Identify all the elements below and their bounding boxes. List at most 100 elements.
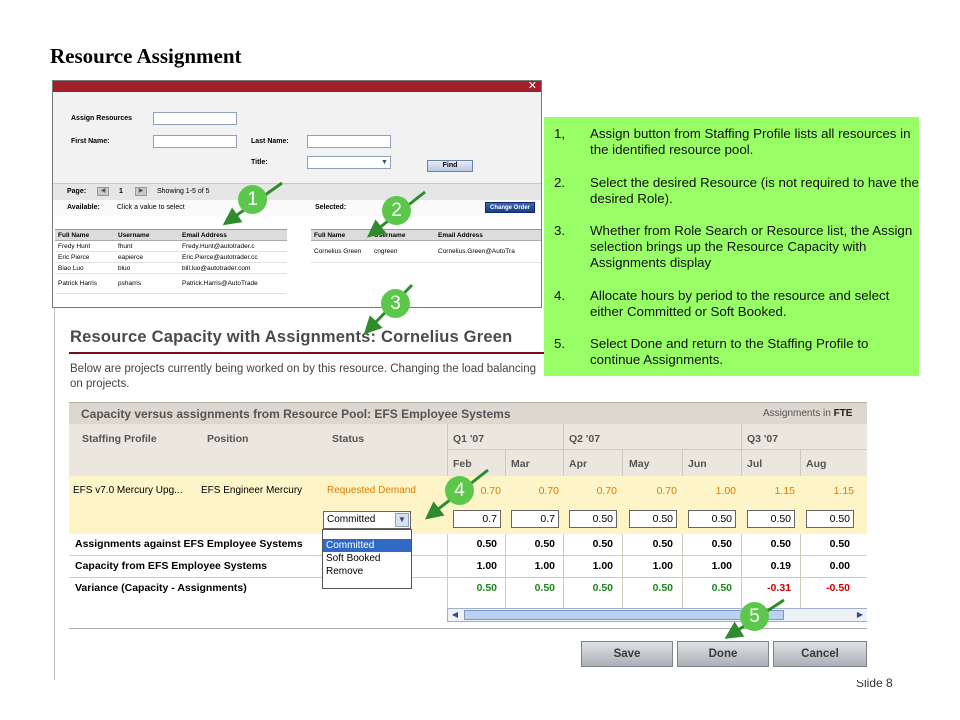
quarter-q1: Q1 '07 [453, 433, 485, 445]
step-marker-4: 4 [445, 476, 474, 505]
table-row[interactable]: Cornelius Green cngreen Cornelius.Green@… [311, 241, 541, 263]
scroll-left-icon[interactable]: ◀ [448, 609, 462, 621]
pager: Page: ◀ 1 ▶ Showing 1-5 of 5 [53, 184, 541, 200]
status-select[interactable]: Committed ▼ [323, 511, 411, 529]
summary-label: Capacity from EFS Employee Systems [75, 560, 267, 572]
cell-name: Eric Pierce [58, 253, 90, 261]
column-header: Username [118, 231, 150, 239]
column-header: Full Name [58, 231, 90, 239]
cancel-button[interactable]: Cancel [773, 641, 867, 667]
capacity-description: Below are projects currently being worke… [70, 363, 537, 390]
table-row[interactable]: Fredy Hunt fhunt Fredy.Hunt@autotrader.c [55, 241, 287, 252]
allocation-input-may[interactable]: 0.50 [629, 510, 677, 528]
allocation-input-aug[interactable]: 0.50 [806, 510, 854, 528]
demand-value: 1.15 [774, 485, 795, 497]
month-header: Mar [511, 458, 530, 470]
assignment-value: 0.50 [652, 538, 673, 550]
step-marker-1: 1 [238, 185, 267, 214]
cell-name: Cornelius Green [314, 247, 362, 255]
instruction-number: 1, [554, 126, 566, 141]
assignment-value: 0.50 [829, 538, 850, 550]
column-header: Email Address [182, 231, 227, 239]
cell-name: Fredy Hunt [58, 242, 91, 250]
assign-resources-window: ✕ Assign Resources First Name: Last Name… [52, 80, 542, 308]
allocation-input-apr[interactable]: 0.50 [569, 510, 617, 528]
variance-value: 0.50 [652, 582, 673, 594]
quarter-q3: Q3 '07 [747, 433, 779, 445]
header-staffing-profile: Staffing Profile [82, 433, 157, 445]
demand-value: 1.00 [715, 485, 736, 497]
last-name-input[interactable] [307, 135, 391, 148]
table-row[interactable]: Eric Pierce eapierce Eric.Pierce@autotra… [55, 252, 287, 263]
assignments-in-label: Assignments in [763, 408, 831, 419]
assignment-value: 0.50 [711, 538, 732, 550]
variance-value: -0.31 [767, 582, 791, 594]
allocation-input-feb[interactable]: 0.7 [453, 510, 501, 528]
demand-value: 0.70 [538, 485, 559, 497]
dropdown-blank [323, 530, 411, 539]
step-marker-3: 3 [381, 289, 410, 318]
cell-email: Fredy.Hunt@autotrader.c [182, 242, 255, 250]
step-marker-5: 5 [740, 602, 769, 631]
header-position: Position [207, 433, 249, 445]
cell-username: psharris [118, 280, 142, 287]
column-header: Full Name [314, 231, 346, 239]
option-committed[interactable]: Committed [323, 539, 411, 552]
assignment-value: 0.50 [770, 538, 791, 550]
page-number: 1 [119, 188, 123, 195]
staffing-profile-link[interactable]: EFS v7.0 Mercury Upg... [73, 485, 182, 496]
option-remove[interactable]: Remove [323, 565, 411, 578]
assignments-unit: Assignments in FTE [763, 408, 852, 419]
find-button[interactable]: Find [427, 160, 473, 172]
cell-username: cngreen [374, 248, 398, 255]
status-requested-demand: Requested Demand [327, 485, 416, 496]
chevron-down-icon[interactable]: ▼ [395, 513, 409, 527]
instruction-text: Select Done and return to the Staffing P… [590, 336, 869, 367]
month-header: Aug [806, 458, 827, 470]
instruction-text: Allocate hours by period to the resource… [590, 288, 890, 319]
month-header: May [629, 458, 650, 470]
allocation-input-mar[interactable]: 0.7 [511, 510, 559, 528]
position-value: EFS Engineer Mercury [201, 485, 303, 496]
instruction-text: Select the desired Resource (is not requ… [590, 175, 919, 206]
available-table: Full Name Username Email Address Fredy H… [55, 229, 287, 294]
table-row[interactable]: Biao Luo bluo bill.luo@autotrader.com [55, 263, 287, 274]
window-titlebar: ✕ [53, 81, 541, 92]
prev-page-icon[interactable]: ◀ [97, 187, 109, 196]
header-status: Status [332, 433, 365, 445]
header-divider [447, 449, 867, 450]
allocation-input-jul[interactable]: 0.50 [747, 510, 795, 528]
save-button[interactable]: Save [581, 641, 673, 667]
assignment-value: 0.50 [534, 538, 555, 550]
slide-title: Resource Assignment [50, 44, 242, 68]
chevron-down-icon: ▼ [381, 159, 388, 166]
month-header: Feb [453, 458, 472, 470]
table-row[interactable]: Patrick Harris psharris Patrick.Harris@A… [55, 274, 287, 294]
available-hint: Click a value to select [117, 204, 185, 211]
option-soft-booked[interactable]: Soft Booked [323, 552, 411, 565]
demand-value: 0.70 [656, 485, 677, 497]
cell-username: eapierce [118, 253, 143, 261]
scroll-right-icon[interactable]: ▶ [853, 609, 867, 621]
horizontal-scrollbar[interactable]: ◀ ▶ [447, 608, 867, 622]
scroll-thumb[interactable] [464, 610, 784, 620]
first-name-input[interactable] [153, 135, 237, 148]
next-page-icon[interactable]: ▶ [135, 187, 147, 196]
change-order-button[interactable]: Change Order [485, 202, 535, 213]
showing-count: Showing 1-5 of 5 [157, 188, 210, 195]
assign-resources-input[interactable] [153, 112, 237, 125]
available-label: Available: [67, 204, 100, 211]
instruction-number: 4. [554, 288, 566, 303]
done-button[interactable]: Done [677, 641, 769, 667]
summary-label: Assignments against EFS Employee Systems [75, 538, 303, 550]
cell-email: Cornelius.Green@AutoTra [438, 248, 515, 255]
allocation-input-jun[interactable]: 0.50 [688, 510, 736, 528]
title-select[interactable]: ▼ [307, 156, 391, 169]
close-icon[interactable]: ✕ [528, 81, 537, 92]
capacity-value: 0.00 [829, 560, 850, 572]
capacity-value: 1.00 [652, 560, 673, 572]
fte-label: FTE [833, 408, 853, 419]
grid-title-bar: Capacity versus assignments from Resourc… [69, 402, 867, 424]
cell-email: Patrick.Harris@AutoTrade [182, 280, 258, 287]
search-form: Assign Resources First Name: Last Name: … [53, 92, 541, 184]
